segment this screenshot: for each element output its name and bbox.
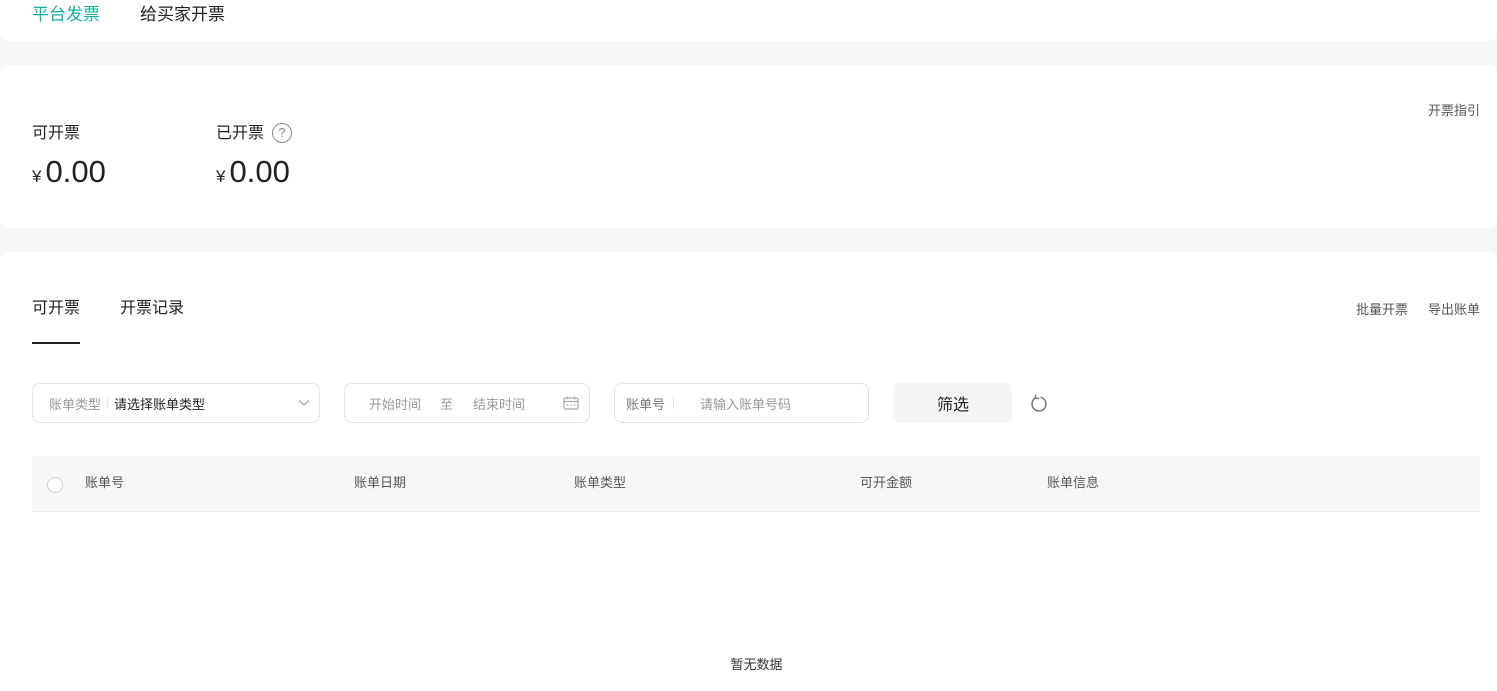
invoice-list-card: 可开票 开票记录 批量开票 导出账单 账单类型 请选择账单类型 开始时间 至 结…: [0, 252, 1497, 691]
column-bill-type: 账单类型: [574, 476, 627, 491]
calendar-icon: [563, 396, 579, 410]
empty-state-text: 暂无数据: [730, 658, 783, 673]
issued-label: 已开票: [216, 123, 265, 142]
column-bill-date: 账单日期: [354, 476, 407, 491]
bill-number-field[interactable]: 账单号 请输入账单号码: [614, 383, 869, 423]
bill-type-value: 请选择账单类型: [114, 397, 206, 413]
start-date-input[interactable]: 开始时间: [369, 394, 421, 413]
available-amount: ¥ 0.00: [32, 154, 106, 190]
select-all-radio[interactable]: [47, 477, 63, 493]
available-label: 可开票: [32, 123, 81, 142]
filter-button[interactable]: 筛选: [894, 383, 1012, 423]
chevron-down-icon: [298, 400, 310, 406]
bill-number-input[interactable]: 请输入账单号码: [700, 394, 791, 413]
field-divider: [673, 397, 675, 409]
issued-amount-value: 0.00: [229, 154, 290, 189]
bill-type-select[interactable]: 账单类型 请选择账单类型: [32, 383, 320, 423]
bill-type-label: 账单类型: [49, 397, 102, 413]
help-icon[interactable]: ?: [272, 123, 293, 143]
end-date-input[interactable]: 结束时间: [473, 394, 525, 413]
tab-invoice-for-buyer[interactable]: 给买家开票: [140, 4, 225, 26]
column-available-amount: 可开金额: [860, 476, 913, 491]
export-bill-link[interactable]: 导出账单: [1428, 299, 1480, 318]
tab-platform-invoice[interactable]: 平台发票: [32, 4, 100, 26]
field-divider: [107, 397, 109, 409]
column-bill-info: 账单信息: [1047, 476, 1100, 491]
issued-summary: 已开票 ? ¥ 0.00: [216, 122, 293, 190]
invoice-guide-link[interactable]: 开票指引: [1428, 100, 1480, 119]
top-tab-bar: 平台发票 给买家开票: [0, 0, 1497, 41]
tab-available-invoice[interactable]: 可开票: [32, 297, 80, 319]
column-bill-number: 账单号: [85, 476, 125, 491]
issued-amount: ¥ 0.00: [216, 154, 292, 190]
bill-number-label: 账单号: [626, 397, 666, 413]
table-header: 账单号 账单日期 账单类型 可开金额 账单信息: [32, 456, 1480, 512]
date-separator: 至: [440, 397, 454, 413]
batch-invoice-link[interactable]: 批量开票: [1356, 299, 1408, 318]
available-summary: 可开票 ¥ 0.00: [32, 122, 106, 190]
refresh-icon[interactable]: [1029, 394, 1049, 414]
date-range-picker[interactable]: 开始时间 至 结束时间: [344, 383, 590, 423]
available-amount-value: 0.00: [45, 154, 106, 189]
invoice-summary-card: 开票指引 可开票 ¥ 0.00 已开票 ? ¥ 0.00: [0, 65, 1497, 228]
currency-symbol: ¥: [216, 167, 226, 186]
tab-invoice-records[interactable]: 开票记录: [120, 297, 184, 319]
currency-symbol: ¥: [32, 167, 42, 186]
active-tab-indicator: [32, 342, 80, 344]
